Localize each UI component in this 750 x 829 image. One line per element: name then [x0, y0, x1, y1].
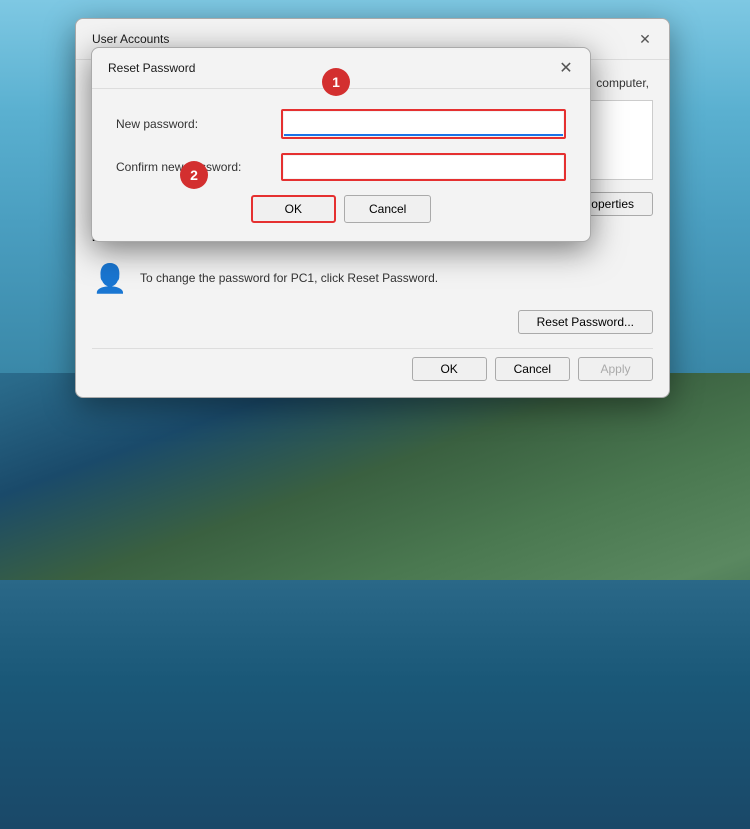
reset-dialog-content: New password: Confirm new password: OK C… — [92, 89, 590, 241]
reset-btn-row: Reset Password... — [92, 310, 653, 334]
badge-1: 1 — [322, 68, 350, 96]
dialog-cancel-button[interactable]: Cancel — [344, 195, 431, 223]
reset-password-button[interactable]: Reset Password... — [518, 310, 653, 334]
password-info: 👤 To change the password for PC1, click … — [92, 252, 653, 304]
confirm-password-wrapper — [281, 153, 566, 181]
confirm-password-input[interactable] — [284, 156, 563, 178]
new-password-wrapper — [281, 109, 566, 139]
password-section: Password for PC1 👤 To change the passwor… — [92, 230, 653, 334]
new-password-row: New password: — [116, 109, 566, 139]
cancel-button[interactable]: Cancel — [495, 357, 570, 381]
reset-password-dialog: Reset Password ✕ New password: Confirm n… — [91, 47, 591, 242]
dialog-buttons: OK Cancel — [116, 195, 566, 223]
password-info-text: To change the password for PC1, click Re… — [140, 271, 438, 285]
user-accounts-close-button[interactable]: ✕ — [633, 27, 657, 51]
user-accounts-title: User Accounts — [92, 32, 169, 46]
apply-button[interactable]: Apply — [578, 357, 653, 381]
ok-button[interactable]: OK — [412, 357, 487, 381]
bottom-buttons: OK Cancel Apply — [92, 348, 653, 381]
new-password-input[interactable] — [284, 112, 563, 136]
user-icon: 👤 — [92, 260, 128, 296]
reset-dialog-close-button[interactable]: ✕ — [554, 56, 578, 80]
badge-2: 2 — [180, 161, 208, 189]
dialog-ok-button[interactable]: OK — [251, 195, 336, 223]
user-accounts-window: User Accounts ✕ computer, PC1 Users Add.… — [75, 18, 670, 398]
new-password-label: New password: — [116, 117, 281, 131]
reset-dialog-title: Reset Password — [108, 61, 195, 75]
